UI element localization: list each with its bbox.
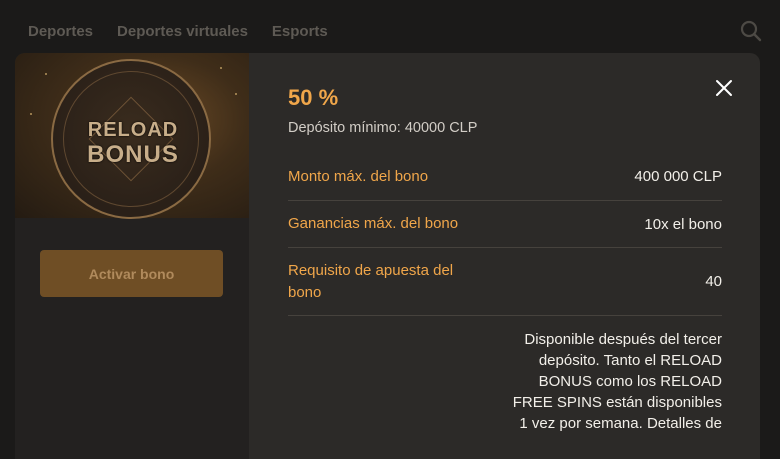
- detail-row-wagering: Requisito de apuesta del bono 40: [288, 248, 722, 316]
- detail-row-max-winnings: Ganancias máx. del bono 10x el bono: [288, 201, 722, 248]
- min-deposit-text: Depósito mínimo: 40000 CLP: [288, 120, 478, 136]
- bonus-hero-image: RELOAD BONUS: [15, 53, 249, 219]
- search-icon[interactable]: [740, 20, 762, 42]
- bonus-modal: RELOAD BONUS Activar bono 50 % Depósito …: [15, 53, 760, 459]
- nav-item-sports[interactable]: Deportes: [28, 23, 93, 40]
- badge-line2: BONUS: [87, 141, 179, 168]
- bonus-percent: 50 %: [288, 85, 339, 110]
- bonus-left-panel: RELOAD BONUS Activar bono: [15, 53, 249, 459]
- bonus-description: Disponible después del tercer depósito. …: [512, 331, 722, 432]
- badge-line1: RELOAD: [87, 119, 179, 141]
- row-value: 10x el bono: [644, 215, 722, 233]
- row-label: Monto máx. del bono: [288, 167, 429, 185]
- row-label: Ganancias máx. del bono: [288, 215, 459, 232]
- detail-row-max-amount: Monto máx. del bono 400 000 CLP: [288, 153, 722, 201]
- nav-item-esports[interactable]: Esports: [272, 23, 328, 40]
- nav-item-virtual-sports[interactable]: Deportes virtuales: [117, 23, 248, 40]
- row-value: 400 000 CLP: [634, 168, 722, 185]
- row-label: Requisito de apuesta del bono: [288, 261, 454, 301]
- reload-bonus-badge: RELOAD BONUS: [51, 59, 211, 219]
- row-value: 40: [705, 273, 722, 290]
- close-icon[interactable]: [714, 78, 734, 98]
- activate-bonus-button[interactable]: Activar bono: [40, 250, 223, 297]
